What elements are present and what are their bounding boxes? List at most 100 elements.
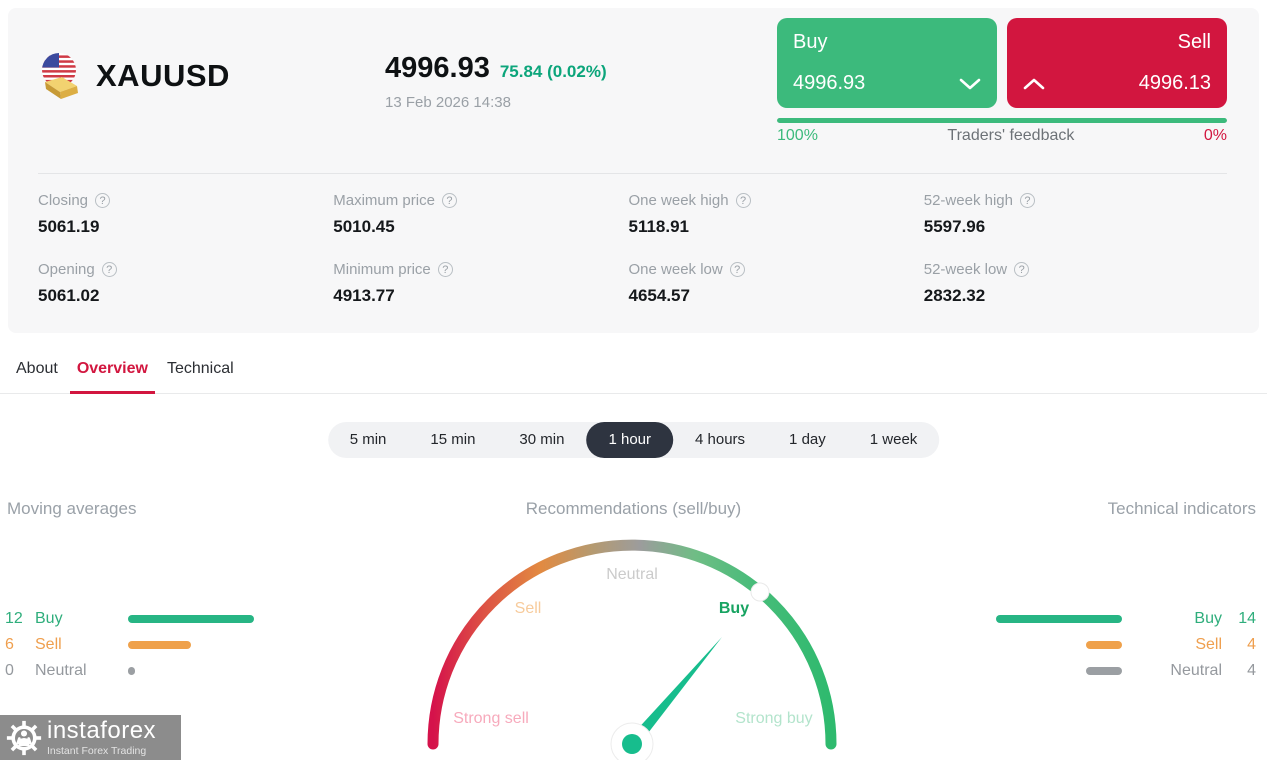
stats-grid: Closing? 5061.19 Maximum price? 5010.45 … [38,192,1219,306]
ma-sell-row: 6 Sell [5,632,254,658]
help-icon[interactable]: ? [441,193,457,208]
stat-value: 5061.02 [38,286,100,305]
gauge-label-neutral: Neutral [606,566,658,583]
instaforex-gear-logo-icon [6,720,42,755]
feedback-buy-percent: 100% [777,127,818,144]
timeframe-4hours[interactable]: 4 hours [673,422,767,458]
tab-overview[interactable]: Overview [69,358,155,394]
ma-buy-count: 12 [5,610,23,627]
stat-label: Closing [38,192,89,209]
instaforex-watermark: instaforex Instant Forex Trading [0,715,181,760]
timeframe-30min[interactable]: 30 min [497,422,586,458]
ma-sell-label: Sell [35,636,62,653]
ma-sell-bar [128,641,191,649]
buy-button[interactable]: Buy 4996.93 [777,18,997,108]
feedback-sell-percent: 0% [1203,127,1227,144]
stat-value: 4654.57 [628,286,690,305]
stat-minimum-price: Minimum price? 4913.77 [333,261,628,306]
instrument-summary-panel: XAUUSD 4996.93 75.84 (0.02%) 13 Feb 2026… [8,8,1259,333]
help-icon[interactable]: ? [1019,193,1035,208]
stat-maximum-price: Maximum price? 5010.45 [333,192,628,237]
timeframe-1day[interactable]: 1 day [767,422,848,458]
stat-label: Opening [38,261,95,278]
stat-52-week-high: 52-week high? 5597.96 [924,192,1219,237]
help-icon[interactable]: ? [95,193,111,208]
timeframe-15min[interactable]: 15 min [408,422,497,458]
ma-neutral-label: Neutral [35,662,87,679]
gauge-pivot-inner [622,734,642,754]
traders-feedback-bar [777,118,1227,123]
help-icon[interactable]: ? [735,193,751,208]
stat-value: 5597.96 [923,217,986,236]
feedback-label: Traders' feedback [947,127,1075,144]
sell-button-label: Sell [1177,31,1211,53]
instrument-header: XAUUSD [34,48,230,104]
recommendation-gauge: Neutral Sell Buy Strong sell Strong buy [407,525,857,765]
ti-neutral-row: Neutral 4 [996,658,1256,684]
chevron-down-icon [959,78,981,89]
gauge-label-sell: Sell [515,600,542,617]
chevron-up-icon [1023,78,1045,89]
instrument-symbol: XAUUSD [96,58,230,93]
ma-neutral-count: 0 [5,662,14,679]
tab-about[interactable]: About [9,358,65,394]
stat-label: One week high [628,192,729,209]
ti-sell-count: 4 [1247,636,1256,653]
content-tabs: About Overview Technical [0,358,1267,394]
ti-sell-label: Sell [1195,636,1222,653]
ti-buy-row: Buy 14 [996,606,1256,632]
watermark-tagline: Instant Forex Trading [47,744,147,757]
help-icon[interactable]: ? [437,262,453,277]
traders-feedback-buy-fill [777,118,1227,123]
sell-price: 4996.13 [1138,72,1211,94]
stat-value: 4913.77 [333,286,395,305]
stat-closing: Closing? 5061.19 [38,192,333,237]
watermark-brand: instaforex [47,716,157,744]
timeframe-1hour[interactable]: 1 hour [586,422,674,458]
technical-indicators-heading: Technical indicators [1107,499,1256,518]
ma-sell-count: 6 [5,636,14,653]
gauge-label-strong-buy: Strong buy [735,710,812,727]
stat-52-week-low: 52-week low? 2832.32 [924,261,1219,306]
gauge-marker-dot [750,582,770,602]
price-change: 75.84 (0.02%) [499,62,607,81]
buy-button-label: Buy [793,31,828,53]
stat-value: 5010.45 [333,217,395,236]
help-icon[interactable]: ? [101,262,117,277]
stat-label: 52-week high [923,192,1013,209]
stat-label: One week low [628,261,723,278]
stat-one-week-low: One week low? 4654.57 [629,261,924,306]
gauge-label-buy: Buy [719,600,749,617]
tab-technical[interactable]: Technical [160,358,241,394]
stat-value: 5061.19 [38,217,100,236]
ti-buy-bar [996,615,1122,623]
stat-label: Maximum price [333,192,435,209]
xauusd-gold-flag-icon [42,53,78,99]
stat-value: 2832.32 [923,286,986,305]
ma-neutral-row: 0 Neutral [5,658,254,684]
timeframe-5min[interactable]: 5 min [328,422,409,458]
sell-button[interactable]: Sell 4996.13 [1007,18,1227,108]
ma-buy-row: 12 Buy [5,606,254,632]
ti-sell-bar [1086,641,1122,649]
help-icon[interactable]: ? [729,262,745,277]
ti-neutral-bar [1086,667,1122,675]
stat-label: 52-week low [923,261,1008,278]
timeframe-1week[interactable]: 1 week [848,422,940,458]
price-timestamp: 13 Feb 2026 14:38 [385,94,511,111]
technical-indicators-summary: Buy 14 Sell 4 Neutral 4 [996,606,1256,684]
recommendations-heading: Recommendations (sell/buy) [525,499,742,518]
help-icon[interactable]: ? [1014,262,1030,277]
last-price: 4996.93 [385,52,490,84]
ti-neutral-label: Neutral [1170,662,1222,679]
stat-value: 5118.91 [628,217,690,236]
ma-buy-label: Buy [35,610,63,627]
stat-one-week-high: One week high? 5118.91 [629,192,924,237]
ti-sell-row: Sell 4 [996,632,1256,658]
stat-opening: Opening? 5061.02 [38,261,333,306]
ma-buy-bar [128,615,254,623]
ti-neutral-count: 4 [1247,662,1256,679]
ma-neutral-bar [128,667,135,675]
stat-label: Minimum price [333,261,431,278]
ti-buy-label: Buy [1194,610,1222,627]
